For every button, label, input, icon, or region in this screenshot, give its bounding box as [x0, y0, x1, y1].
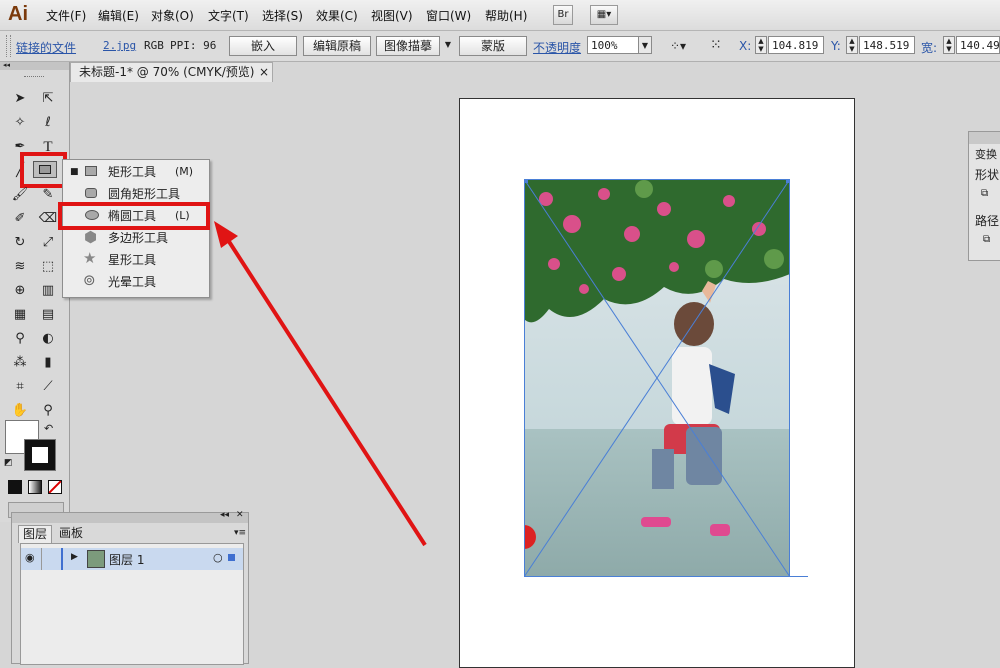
tab-layers[interactable]: 图层	[18, 525, 52, 543]
tab-artboards[interactable]: 画板	[54, 525, 88, 542]
close-icon[interactable]: ✕	[236, 510, 244, 520]
layers-panel-header[interactable]: ◂◂ ✕	[12, 510, 248, 523]
panel-menu-icon[interactable]: ▾≡	[234, 528, 246, 538]
collapse-icon[interactable]: ◂◂	[220, 510, 229, 520]
layers-panel: ◂◂ ✕ 图层 画板 ▾≡ ◉ ▶ 图层 1 ○	[11, 510, 249, 665]
layer-thumbnail	[87, 550, 105, 568]
layer-row[interactable]: ◉ ▶ 图层 1 ○	[21, 548, 243, 570]
layer-color-bar	[61, 548, 63, 570]
target-circle-icon[interactable]: ○	[213, 551, 223, 564]
visibility-eye-icon[interactable]: ◉	[25, 551, 35, 564]
layer-name: 图层 1	[109, 553, 145, 567]
selection-indicator-icon[interactable]	[228, 554, 235, 561]
layers-list: ◉ ▶ 图层 1 ○	[20, 543, 244, 665]
expand-triangle-icon[interactable]: ▶	[71, 552, 78, 562]
